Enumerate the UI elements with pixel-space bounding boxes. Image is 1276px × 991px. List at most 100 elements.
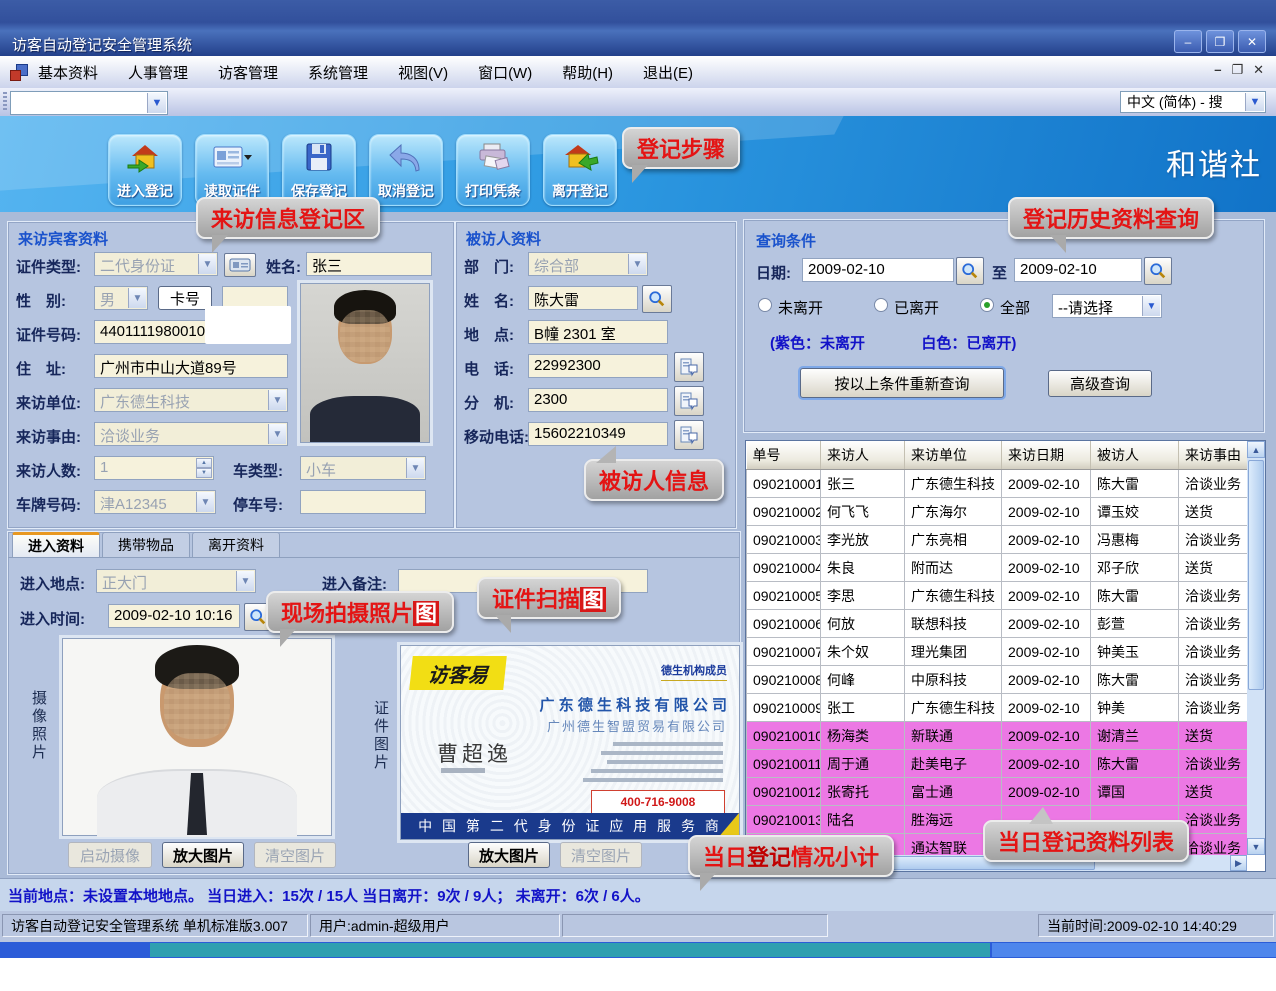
menu-item[interactable]: 退出(E) bbox=[643, 62, 693, 83]
location-field[interactable]: B幢 2301 室 bbox=[528, 320, 668, 344]
menu-item[interactable]: 访客管理 bbox=[218, 62, 278, 83]
requery-button[interactable]: 按以上条件重新查询 bbox=[800, 368, 1004, 398]
shoulders bbox=[310, 396, 420, 442]
entry-time-field[interactable]: 2009-02-10 10:16 bbox=[108, 604, 240, 628]
menu-item[interactable]: 基本资料 bbox=[38, 62, 98, 83]
tab-entry-info[interactable]: 进入资料 bbox=[12, 532, 100, 557]
mdi-minimize-button[interactable]: – bbox=[1214, 62, 1221, 78]
advanced-query-button[interactable]: 高级查询 bbox=[1048, 370, 1152, 397]
stepper-down-icon[interactable]: ▼ bbox=[196, 468, 212, 478]
table-row[interactable]: 090210008 何峰 中原科技 2009-02-10 陈大雷 洽谈业务 bbox=[747, 666, 1248, 694]
column-header[interactable]: 被访人 bbox=[1091, 441, 1179, 470]
mobile-field[interactable]: 15602210349 bbox=[528, 422, 668, 446]
radio-all[interactable] bbox=[980, 298, 994, 312]
mdi-close-button[interactable]: ✕ bbox=[1253, 62, 1264, 78]
close-button[interactable]: ✕ bbox=[1238, 30, 1266, 53]
table-row[interactable]: 090210003 李光放 广东亮相 2009-02-10 冯惠梅 洽谈业务 bbox=[747, 526, 1248, 554]
count-stepper[interactable]: 1 ▲▼ bbox=[94, 456, 214, 480]
table-row[interactable]: 090210010 杨海类 新联通 2009-02-10 谢清兰 送货 bbox=[747, 722, 1248, 750]
dial-note-icon bbox=[679, 391, 699, 411]
tab-carried-items[interactable]: 携带物品 bbox=[102, 532, 190, 557]
plate-select[interactable]: 津A12345▼ bbox=[94, 490, 216, 514]
mdi-restore-button[interactable]: ❐ bbox=[1231, 62, 1243, 78]
plate-label: 车牌号码: bbox=[16, 494, 81, 515]
daily-summary-bar: 当前地点：未设置本地地点。 当日进入：15次 / 15人 当日离开：9次 / 9… bbox=[0, 878, 1276, 911]
chevron-down-icon[interactable]: ▼ bbox=[147, 93, 166, 113]
zoom-photo-button[interactable]: 放大图片 bbox=[162, 842, 244, 868]
table-row[interactable]: 090210011 周于通 赴美电子 2009-02-10 陈大雷 洽谈业务 bbox=[747, 750, 1248, 778]
chevron-down-icon: ▼ bbox=[128, 288, 146, 308]
dept-select[interactable]: 综合部▼ bbox=[528, 252, 648, 276]
dial-ext-button[interactable] bbox=[674, 386, 704, 416]
zoom-cert-button[interactable]: 放大图片 bbox=[468, 842, 550, 868]
clear-photo-button[interactable]: 清空图片 bbox=[254, 842, 336, 868]
company-select[interactable]: 广东德生科技▼ bbox=[94, 388, 288, 412]
gender-select[interactable]: 男▼ bbox=[94, 286, 148, 310]
dial-mobile-button[interactable] bbox=[674, 420, 704, 450]
stepper-up-icon[interactable]: ▲ bbox=[196, 458, 212, 468]
radio-left[interactable] bbox=[874, 298, 888, 312]
parking-field[interactable] bbox=[300, 490, 426, 514]
date-from-field[interactable]: 2009-02-10 bbox=[802, 258, 954, 282]
entry-location-select[interactable]: 正大门▼ bbox=[96, 569, 256, 593]
save-register-button[interactable]: 保存登记 bbox=[282, 134, 356, 206]
table-row[interactable]: 090210001 张三 广东德生科技 2009-02-10 陈大雷 洽谈业务 bbox=[747, 470, 1248, 498]
minimize-button[interactable]: – bbox=[1174, 30, 1202, 53]
column-header[interactable]: 单号 bbox=[747, 441, 821, 470]
enter-register-button[interactable]: 进入登记 bbox=[108, 134, 182, 206]
status-filter-select[interactable]: --请选择▼ bbox=[1052, 294, 1162, 318]
address-field[interactable]: 广州市中山大道89号 bbox=[94, 354, 288, 378]
date-from-picker-button[interactable] bbox=[956, 257, 984, 285]
start-camera-button[interactable]: 启动摄像 bbox=[68, 842, 152, 868]
chevron-down-icon[interactable]: ▼ bbox=[1245, 93, 1264, 111]
table-row[interactable]: 090210007 朱个奴 理光集团 2009-02-10 钟美玉 洽谈业务 bbox=[747, 638, 1248, 666]
menu-item[interactable]: 人事管理 bbox=[128, 62, 188, 83]
menu-item[interactable]: 窗口(W) bbox=[478, 62, 532, 83]
print-receipt-button[interactable]: 打印凭条 bbox=[456, 134, 530, 206]
card-reader-button[interactable] bbox=[224, 253, 256, 277]
column-header[interactable]: 来访事由 bbox=[1179, 441, 1248, 470]
table-row[interactable]: 090210002 何飞飞 广东海尔 2009-02-10 谭玉姣 送货 bbox=[747, 498, 1248, 526]
vertical-scrollbar[interactable]: ▲ ▼ bbox=[1247, 441, 1265, 855]
dial-phone-button[interactable] bbox=[674, 352, 704, 382]
column-header[interactable]: 来访日期 bbox=[1002, 441, 1091, 470]
cert-type-select[interactable]: 二代身份证▼ bbox=[94, 252, 218, 276]
card-no-button[interactable]: 卡号 bbox=[158, 286, 212, 310]
date-to-picker-button[interactable] bbox=[1144, 257, 1172, 285]
read-certificate-button[interactable]: 读取证件 bbox=[195, 134, 269, 206]
tab-leave-info[interactable]: 离开资料 bbox=[192, 532, 280, 557]
radio-not-left[interactable] bbox=[758, 298, 772, 312]
scroll-up-icon[interactable]: ▲ bbox=[1247, 441, 1265, 458]
search-person-button[interactable] bbox=[642, 285, 672, 313]
vertical-scroll-thumb[interactable] bbox=[1248, 460, 1264, 690]
chevron-down-icon: ▼ bbox=[236, 571, 254, 591]
visited-name-field[interactable]: 陈大雷 bbox=[528, 286, 638, 310]
toolbar-grip[interactable] bbox=[3, 92, 7, 112]
column-header[interactable]: 来访人 bbox=[821, 441, 905, 470]
cancel-register-button[interactable]: 取消登记 bbox=[369, 134, 443, 206]
table-row[interactable]: 090210012 张寄托 富士通 2009-02-10 谭国 送货 bbox=[747, 778, 1248, 806]
leave-register-button[interactable]: 离开登记 bbox=[543, 134, 617, 206]
menu-item[interactable]: 视图(V) bbox=[398, 62, 448, 83]
visitor-name-field[interactable]: 张三 bbox=[306, 252, 432, 276]
date-to-field[interactable]: 2009-02-10 bbox=[1014, 258, 1142, 282]
table-row[interactable]: 090210004 朱良 附而达 2009-02-10 邓子欣 送货 bbox=[747, 554, 1248, 582]
vcard-hotline-badge: 400-716-9008 bbox=[591, 790, 725, 814]
menu-item[interactable]: 帮助(H) bbox=[562, 62, 613, 83]
restore-button[interactable]: ❐ bbox=[1206, 30, 1234, 53]
reason-select[interactable]: 洽谈业务▼ bbox=[94, 422, 288, 446]
car-type-select[interactable]: 小车▼ bbox=[300, 456, 426, 480]
table-row[interactable]: 090210006 何放 联想科技 2009-02-10 彭萱 洽谈业务 bbox=[747, 610, 1248, 638]
clear-cert-button[interactable]: 清空图片 bbox=[560, 842, 642, 868]
column-header[interactable]: 来访单位 bbox=[905, 441, 1002, 470]
scroll-down-icon[interactable]: ▼ bbox=[1247, 838, 1265, 855]
menu-item[interactable]: 系统管理 bbox=[308, 62, 368, 83]
language-select[interactable]: 中文 (简体) - 搜 ▼ bbox=[1120, 91, 1266, 113]
table-row[interactable]: 090210009 张工 广东德生科技 2009-02-10 钟美 洽谈业务 bbox=[747, 694, 1248, 722]
status-product: 访客自动登记安全管理系统 单机标准版3.007 bbox=[2, 914, 308, 937]
quick-combo[interactable]: ▼ bbox=[10, 91, 168, 115]
table-row[interactable]: 090210005 李思 广东德生科技 2009-02-10 陈大雷 洽谈业务 bbox=[747, 582, 1248, 610]
phone-field[interactable]: 22992300 bbox=[528, 354, 668, 378]
ext-field[interactable]: 2300 bbox=[528, 388, 668, 412]
scroll-right-icon[interactable]: ▶ bbox=[1230, 855, 1247, 871]
